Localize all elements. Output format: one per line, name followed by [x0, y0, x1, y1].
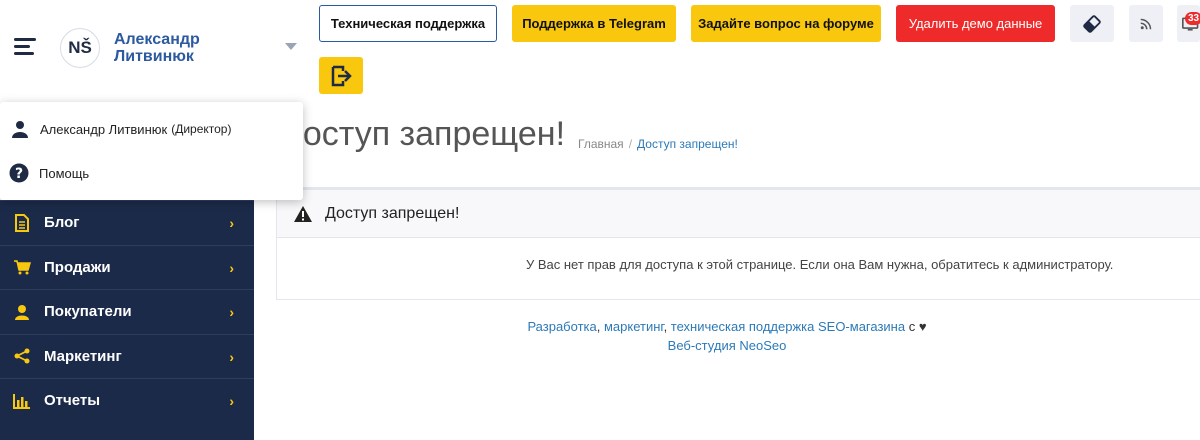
footer-sep: , — [663, 319, 671, 334]
sidebar-item-label: Блог — [44, 214, 80, 232]
dropdown-user-role: (Директор) — [171, 122, 232, 136]
dropdown-help-label: Помощь — [39, 165, 90, 181]
sidebar-item-label: Отчеты — [44, 392, 101, 410]
bar-chart-icon — [12, 391, 32, 411]
logout-button[interactable] — [319, 57, 363, 94]
logo[interactable]: NŠ — [60, 28, 100, 68]
eraser-icon — [1083, 14, 1101, 33]
footer-suffix: с — [905, 319, 919, 334]
access-denied-message: У Вас нет прав для доступа к этой страни… — [526, 257, 1114, 272]
sidebar-item-sales[interactable]: Продажи › — [0, 244, 254, 290]
heart-icon: ♥ — [918, 319, 927, 334]
brand-name-line2: Литвинюк — [114, 48, 194, 65]
telegram-support-button[interactable]: Поддержка в Telegram — [512, 5, 676, 42]
panel-title: Доступ запрещен! — [325, 204, 460, 222]
footer-link-studio[interactable]: Веб-студия NeoSeo — [668, 338, 787, 353]
footer-link-support[interactable]: техническая поддержка SEO-магазина — [671, 319, 905, 334]
sidebar-item-customers[interactable]: Покупатели › — [0, 289, 254, 334]
breadcrumb: Главная / Доступ запрещен! — [578, 137, 738, 151]
tech-support-button[interactable]: Техническая поддержка — [319, 5, 497, 42]
footer-line1: Разработка, маркетинг, техническая подде… — [254, 317, 1200, 336]
footer-line2: Веб-студия NeoSeo — [254, 336, 1200, 355]
footer-link-development[interactable]: Разработка — [527, 319, 596, 334]
access-denied-panel: Доступ запрещен! У Вас нет прав для дост… — [276, 189, 1200, 300]
user-icon — [10, 119, 30, 139]
brand-name-line1: Александр — [114, 31, 200, 48]
panel-body: У Вас нет прав для доступа к этой страни… — [277, 238, 1200, 300]
cart-icon — [12, 257, 32, 277]
warning-icon — [294, 205, 312, 222]
clear-cache-button[interactable] — [1070, 5, 1114, 42]
brand-header: NŠ Александр Литвинюк — [0, 0, 305, 100]
breadcrumb-home-link[interactable]: Главная — [578, 137, 624, 151]
chevron-right-icon: › — [229, 215, 234, 231]
dropdown-item-help[interactable]: ? Помощь — [9, 163, 89, 183]
forum-question-button[interactable]: Задайте вопрос на форуме — [691, 5, 881, 42]
svg-text:?: ? — [15, 166, 23, 182]
footer: Разработка, маркетинг, техническая подде… — [254, 317, 1200, 355]
caret-down-icon[interactable] — [285, 43, 297, 50]
user-dropdown-menu: Александр Литвинюк (Директор) ? Помощь — [0, 102, 303, 200]
sidebar: Блог › Продажи › Покупатели › Маркетинг … — [0, 200, 254, 440]
user-icon — [12, 302, 32, 322]
sidebar-item-label: Продажи — [44, 258, 111, 276]
page-title: доступ запрещен! — [283, 115, 566, 153]
sidebar-item-blog[interactable]: Блог › — [0, 200, 254, 245]
brand-user-name[interactable]: Александр Литвинюк — [114, 31, 200, 65]
chevron-right-icon: › — [229, 304, 234, 320]
breadcrumb-current-link[interactable]: Доступ запрещен! — [637, 137, 738, 151]
share-icon — [12, 346, 32, 366]
dropdown-user-name: Александр Литвинюк — [40, 121, 168, 137]
chevron-right-icon: › — [229, 393, 234, 409]
panel-header: Доступ запрещен! — [277, 190, 1200, 238]
notification-count-badge: 33 — [1185, 12, 1200, 25]
rss-button[interactable] — [1129, 5, 1163, 42]
chevron-right-icon: › — [229, 259, 234, 276]
breadcrumb-separator: / — [628, 137, 633, 151]
dropdown-item-profile[interactable]: Александр Литвинюк (Директор) — [10, 119, 231, 139]
rss-icon — [1140, 18, 1152, 29]
document-icon — [12, 213, 32, 233]
sidebar-item-label: Покупатели — [44, 303, 132, 321]
question-circle-icon: ? — [9, 163, 29, 183]
logout-icon — [331, 65, 352, 86]
hamburger-menu-icon[interactable] — [14, 38, 36, 58]
sidebar-item-reports[interactable]: Отчеты › — [0, 378, 254, 423]
delete-demo-data-button[interactable]: Удалить демо данные — [896, 5, 1055, 42]
chevron-right-icon: › — [229, 348, 234, 365]
footer-sep: , — [596, 319, 604, 334]
footer-link-marketing[interactable]: маркетинг — [604, 319, 664, 334]
sidebar-item-label: Маркетинг — [44, 347, 122, 365]
sidebar-item-marketing[interactable]: Маркетинг › — [0, 333, 254, 379]
